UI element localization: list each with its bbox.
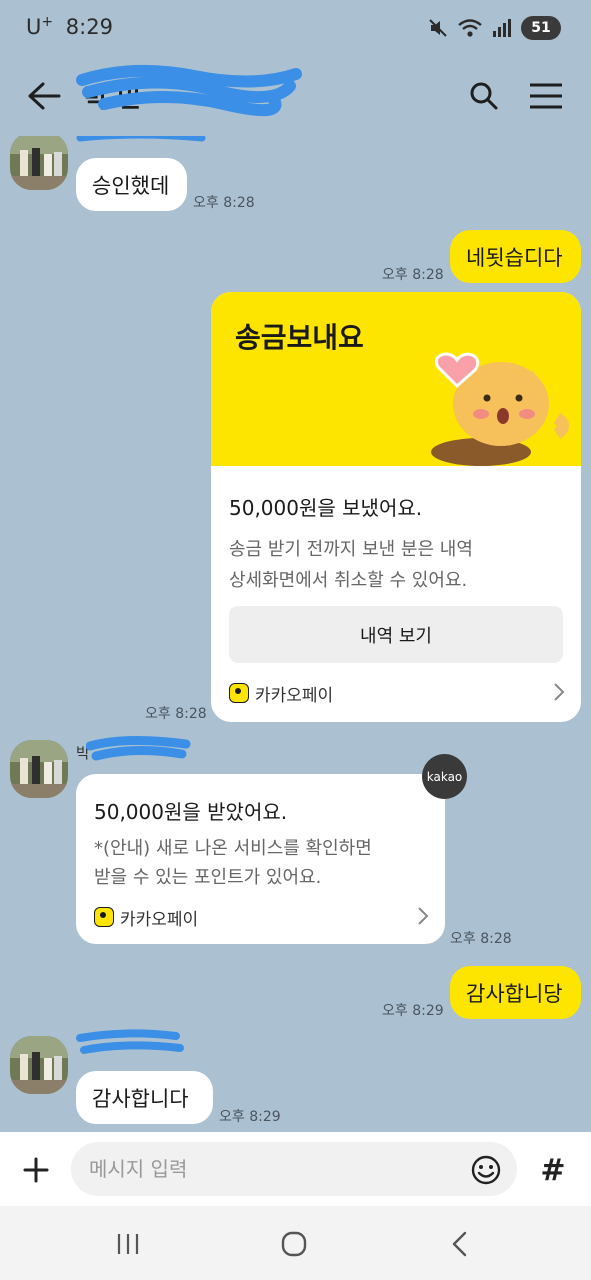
carrier-and-time: U+ 8:29 bbox=[26, 14, 113, 39]
status-bar: U+ 8:29 51 bbox=[0, 0, 591, 56]
message-text: 감사합니당 bbox=[466, 981, 563, 1006]
pay-description-line: 송금 받기 전까지 보낸 분은 내역 bbox=[229, 539, 473, 560]
message-bubble[interactable]: 감사합니다 bbox=[76, 1071, 213, 1124]
chevron-right-icon[interactable] bbox=[417, 906, 429, 926]
pay-description-line: 상세화면에서 취소할 수 있어요. bbox=[229, 570, 468, 591]
view-details-button[interactable]: 내역 보기 bbox=[229, 606, 563, 663]
message-timestamp: 오후 8:28 bbox=[382, 267, 444, 283]
profile-photo bbox=[10, 1036, 68, 1094]
search-icon bbox=[470, 82, 498, 110]
profile-photo bbox=[10, 136, 68, 190]
carrier-label: U bbox=[26, 15, 42, 39]
plus-icon bbox=[23, 1157, 49, 1183]
kakaopay-logo-icon bbox=[94, 907, 114, 927]
message-bubble[interactable]: 네됫습디다 bbox=[450, 230, 581, 283]
smiley-icon bbox=[471, 1155, 501, 1185]
kakaopay-receive-card[interactable]: 50,000원을 받았어요. *(안내) 새로 나온 서비스를 확인하면 받을 … bbox=[76, 774, 445, 944]
receive-description: *(안내) 새로 나온 서비스를 확인하면 받을 수 있는 포인트가 있어요. bbox=[94, 834, 372, 892]
message-timestamp: 오후 8:28 bbox=[145, 706, 207, 722]
message-bubble[interactable]: 감사합니당 bbox=[450, 966, 581, 1019]
pay-card-banner: 송금보내요 bbox=[211, 292, 581, 466]
chevron-right-icon[interactable] bbox=[553, 682, 565, 702]
kakao-badge: kakao bbox=[422, 754, 467, 799]
message-timestamp: 오후 8:29 bbox=[219, 1109, 281, 1125]
redaction-scribble bbox=[86, 735, 191, 761]
message-input[interactable] bbox=[71, 1142, 517, 1196]
kakaopay-logo-icon bbox=[229, 683, 249, 703]
avatar[interactable] bbox=[10, 136, 68, 190]
kakaopay-brand-label: 카카오페이 bbox=[255, 685, 334, 706]
kakaopay-brand-label: 카카오페이 bbox=[120, 909, 199, 930]
home-button[interactable] bbox=[272, 1224, 316, 1264]
kakaopay-send-card[interactable]: 송금보내요 50,000원을 보냈어요. 송금 받기 전까지 보낸 분은 내역 … bbox=[211, 292, 581, 722]
back-button[interactable] bbox=[22, 74, 66, 118]
chevron-left-icon bbox=[452, 1231, 467, 1257]
search-button[interactable] bbox=[462, 74, 506, 118]
clock: 8:29 bbox=[65, 15, 113, 39]
arrow-left-icon bbox=[28, 82, 61, 110]
receive-description-line: *(안내) 새로 나온 서비스를 확인하면 bbox=[94, 838, 372, 859]
message-input-bar: # bbox=[0, 1132, 591, 1206]
message-text: 감사합니다 bbox=[92, 1086, 189, 1111]
redaction-scribble bbox=[76, 64, 302, 117]
redaction-scribble bbox=[76, 1029, 184, 1054]
mute-icon bbox=[429, 19, 447, 37]
menu-button[interactable] bbox=[524, 74, 568, 118]
wifi-icon bbox=[458, 19, 482, 37]
message-text: 네됫습디다 bbox=[466, 245, 563, 270]
system-back-button[interactable] bbox=[438, 1224, 482, 1264]
chat-header: 박 민 bbox=[0, 56, 591, 136]
redaction-scribble bbox=[76, 136, 206, 142]
kakaopay-brand[interactable]: 카카오페이 bbox=[94, 904, 198, 930]
recent-apps-icon bbox=[117, 1234, 139, 1254]
recent-apps-button[interactable] bbox=[106, 1224, 150, 1264]
system-navigation-bar bbox=[0, 1206, 591, 1280]
attach-button[interactable] bbox=[14, 1148, 58, 1192]
hashtag-button[interactable]: # bbox=[531, 1148, 575, 1192]
avatar[interactable] bbox=[10, 740, 68, 798]
pay-amount-text: 50,000원을 보냈어요. bbox=[229, 496, 423, 520]
kakaopay-brand[interactable]: 카카오페이 bbox=[229, 680, 333, 706]
pay-description: 송금 받기 전까지 보낸 분은 내역 상세화면에서 취소할 수 있어요. bbox=[229, 534, 473, 596]
character-illustration bbox=[431, 352, 569, 466]
status-icons: 51 bbox=[427, 15, 561, 41]
signal-icon bbox=[493, 19, 511, 37]
pay-card-headline: 송금보내요 bbox=[235, 321, 364, 354]
receive-description-line: 받을 수 있는 포인트가 있어요. bbox=[94, 867, 322, 888]
message-bubble[interactable]: 승인했데 bbox=[76, 158, 187, 211]
profile-photo bbox=[10, 740, 68, 798]
battery-icon: 51 bbox=[521, 16, 561, 40]
avatar[interactable] bbox=[10, 1036, 68, 1094]
message-timestamp: 오후 8:29 bbox=[382, 1003, 444, 1019]
hamburger-icon bbox=[530, 83, 562, 109]
chat-message-list[interactable]: 승인했데 오후 8:28 오후 8:28 네됫습디다 송금보내요 50,000원… bbox=[0, 136, 591, 1132]
home-icon bbox=[281, 1231, 307, 1257]
message-timestamp: 오후 8:28 bbox=[450, 931, 512, 947]
message-timestamp: 오후 8:28 bbox=[193, 195, 255, 211]
message-text: 승인했데 bbox=[92, 173, 170, 198]
receive-amount-text: 50,000원을 받았어요. bbox=[94, 800, 288, 824]
emoticon-button[interactable] bbox=[467, 1151, 505, 1189]
carrier-superscript: + bbox=[41, 14, 54, 30]
